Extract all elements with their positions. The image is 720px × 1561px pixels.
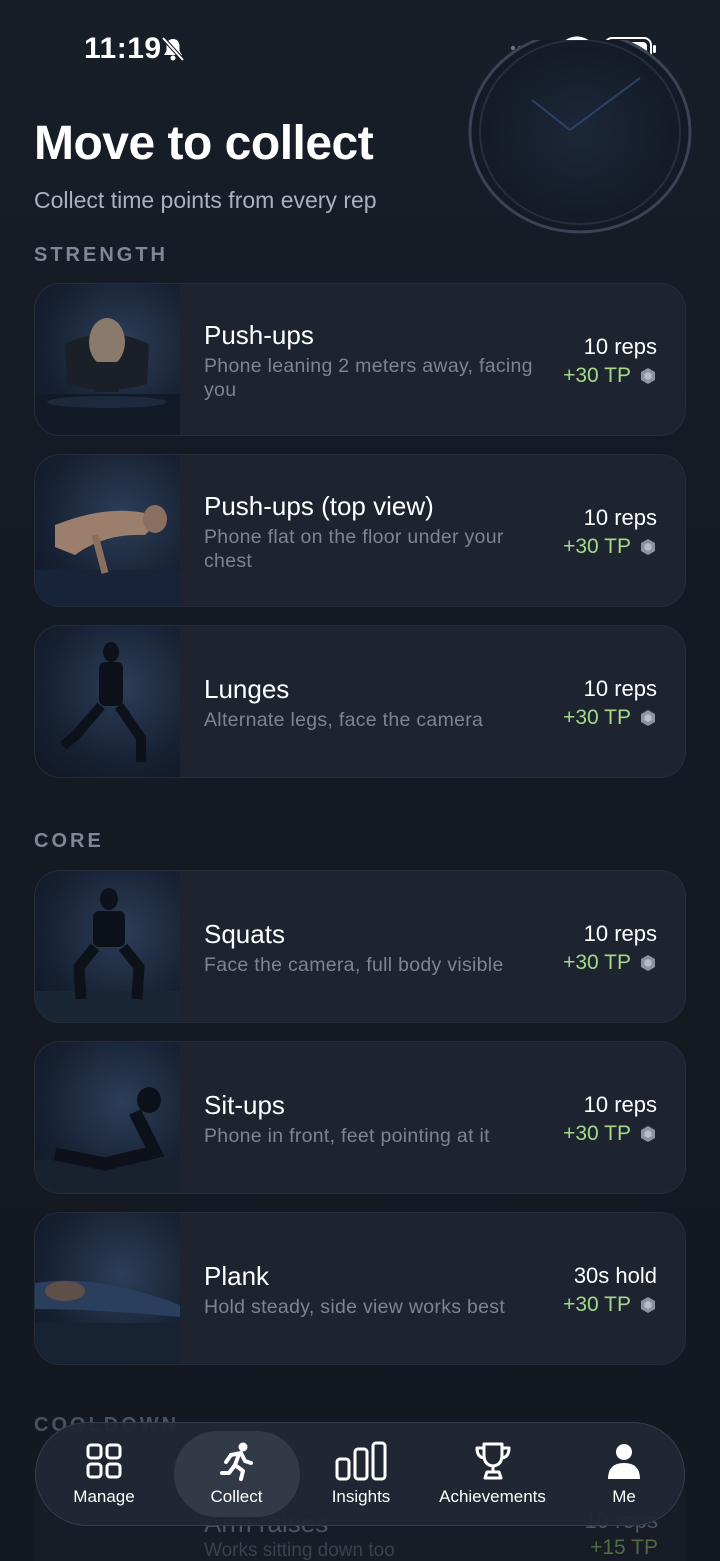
- tab-achievements[interactable]: Achievements: [423, 1431, 563, 1517]
- running-icon: [219, 1442, 253, 1481]
- exercise-reps: 10 reps: [583, 334, 657, 359]
- exercise-card-squats[interactable]: Squats Face the camera, full body visibl…: [34, 870, 686, 1023]
- exercise-tp: +30 TP: [563, 706, 657, 730]
- tab-label: Manage: [73, 1487, 135, 1506]
- exercise-title: Push-ups (top view): [204, 491, 434, 521]
- exercise-thumbnail: [35, 455, 180, 606]
- exercise-title: Push-ups: [204, 320, 314, 350]
- tab-bar: Manage Collect Insights Achievements Me: [35, 1422, 685, 1526]
- exercise-thumbnail: [35, 1213, 180, 1364]
- hexagon-coin-icon: [641, 1126, 655, 1142]
- tab-insights[interactable]: Insights: [313, 1431, 409, 1517]
- tp-value: +30 TP: [563, 364, 631, 387]
- person-icon: [608, 1444, 640, 1479]
- exercise-reps: 10 reps: [583, 1092, 657, 1117]
- exercise-card-push-ups[interactable]: Push-ups Phone leaning 2 meters away, fa…: [34, 283, 686, 436]
- tp-value: +30 TP: [563, 1293, 631, 1316]
- page-title: Move to collect: [34, 117, 374, 170]
- tab-me[interactable]: Me: [576, 1431, 672, 1517]
- hexagon-coin-icon: [641, 710, 655, 726]
- exercise-thumbnail: [35, 871, 180, 1022]
- exercise-description: Hold steady, side view works best: [204, 1296, 506, 1318]
- tab-label: Achievements: [439, 1487, 546, 1506]
- status-time: 11:19: [84, 32, 162, 65]
- exercise-reps: 10 reps: [583, 505, 657, 530]
- tab-label: Me: [612, 1487, 636, 1506]
- exercise-card-plank[interactable]: Plank Hold steady, side view works best …: [34, 1212, 686, 1365]
- exercise-thumbnail: [35, 284, 180, 435]
- exercise-title: Squats: [204, 919, 285, 949]
- exercise-tp: +30 TP: [563, 364, 657, 388]
- exercise-card-push-ups-top-view[interactable]: Push-ups (top view) Phone flat on the fl…: [34, 454, 686, 607]
- page-subtitle: Collect time points from every rep: [34, 187, 377, 213]
- exercise-description-partial: Works sitting down too: [204, 1540, 395, 1561]
- exercise-tp: +30 TP: [563, 951, 657, 975]
- tp-value: +30 TP: [563, 535, 631, 558]
- exercise-tp: +30 TP: [563, 535, 657, 559]
- tp-value: +30 TP: [563, 1122, 631, 1145]
- exercise-description: Face the camera, full body visible: [204, 954, 504, 976]
- hexagon-coin-icon: [641, 539, 655, 555]
- exercise-tp: +30 TP: [563, 1293, 657, 1317]
- tp-value: +30 TP: [563, 951, 631, 974]
- header: Move to collect Collect time points from…: [34, 116, 377, 214]
- exercise-description: Phone in front, feet pointing at it: [204, 1125, 490, 1147]
- exercise-tp-partial: +15 TP: [590, 1536, 658, 1559]
- exercise-description: Phone flat on the floor under your chest: [204, 526, 504, 572]
- hexagon-coin-icon: [641, 955, 655, 971]
- tab-collect[interactable]: Collect: [173, 1431, 300, 1517]
- exercise-title: Plank: [204, 1261, 270, 1291]
- exercise-title: Lunges: [204, 674, 290, 704]
- exercise-reps: 10 reps: [583, 676, 657, 701]
- bar-chart-icon: [335, 1441, 387, 1481]
- exercise-reps: 30s hold: [573, 1263, 657, 1288]
- exercise-tp: +30 TP: [563, 1122, 657, 1146]
- exercise-card-sit-ups[interactable]: Sit-ups Phone in front, feet pointing at…: [34, 1041, 686, 1194]
- exercise-thumbnail: [35, 1042, 180, 1193]
- trophy-icon: [475, 1442, 510, 1480]
- exercise-card-lunges[interactable]: Lunges Alternate legs, face the camera 1…: [34, 625, 686, 778]
- section-label-strength: STRENGTH: [34, 244, 168, 266]
- bell-slash-icon: [161, 36, 185, 62]
- exercise-reps: 10 reps: [583, 921, 657, 946]
- exercise-thumbnail: [35, 626, 180, 777]
- section-label-core: CORE: [34, 830, 104, 852]
- hexagon-coin-icon: [641, 368, 655, 384]
- tab-label: Collect: [210, 1487, 263, 1506]
- screen: 11:19 Move to collect Collect time point…: [0, 0, 720, 1561]
- exercise-description: Phone leaning 2 meters away, facing you: [204, 355, 533, 401]
- hexagon-coin-icon: [641, 1297, 655, 1313]
- decorative-clock-icon: [468, 40, 692, 234]
- tp-value: +30 TP: [563, 706, 631, 729]
- tab-label: Insights: [331, 1487, 391, 1506]
- exercise-title: Sit-ups: [204, 1090, 285, 1120]
- tab-manage[interactable]: Manage: [48, 1431, 160, 1517]
- exercise-description: Alternate legs, face the camera: [204, 709, 484, 731]
- grid-icon: [86, 1443, 122, 1479]
